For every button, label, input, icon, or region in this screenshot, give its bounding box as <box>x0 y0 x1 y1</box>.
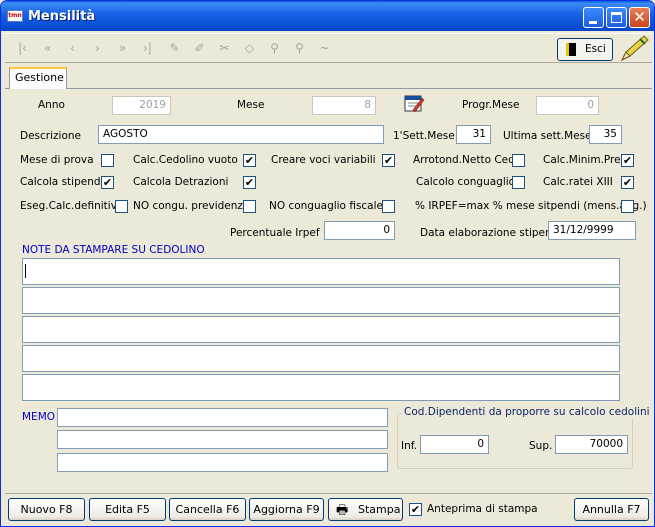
data-elaborazione-field[interactable]: 31/12/9999 <box>548 221 636 240</box>
first-record-icon[interactable]: |‹ <box>11 37 34 59</box>
next-record-icon[interactable]: › <box>86 37 109 59</box>
aggiorna-button[interactable]: Aggiorna F9 <box>249 498 324 521</box>
app-icon: tmn <box>7 10 23 22</box>
maximize-icon <box>611 12 622 23</box>
sup-label: Sup. <box>529 440 553 452</box>
maximize-button[interactable] <box>606 7 627 28</box>
irpef-max-checkbox[interactable] <box>621 200 634 213</box>
memo-line-1[interactable] <box>57 408 388 427</box>
edit-record-icon[interactable]: ✐ <box>188 37 211 59</box>
note-line-3[interactable] <box>22 316 620 343</box>
mese-label: Mese <box>237 99 265 111</box>
progr-mese-label: Progr.Mese <box>462 99 520 111</box>
anteprima-label: Anteprima di stampa <box>427 503 538 515</box>
search-icon[interactable]: ⚲ <box>263 37 286 59</box>
creare-voci-checkbox[interactable]: ✔ <box>382 154 395 167</box>
tab-gestione[interactable]: Gestione <box>9 67 67 89</box>
exit-label: Esci <box>585 43 606 55</box>
calendar-edit-icon[interactable] <box>403 92 425 114</box>
last-record-icon[interactable]: ›| <box>136 37 159 59</box>
arrotond-netto-checkbox[interactable] <box>512 154 525 167</box>
prev-page-icon[interactable]: « <box>36 37 59 59</box>
calcola-stipendio-checkbox[interactable]: ✔ <box>101 176 114 189</box>
search-person-icon[interactable]: ⚲ <box>288 37 311 59</box>
no-congu-prev-checkbox[interactable] <box>243 200 256 213</box>
eraser-icon[interactable]: ◇ <box>238 37 261 59</box>
annulla-button[interactable]: Annulla F7 <box>574 498 649 521</box>
memo-line-3[interactable] <box>57 453 388 472</box>
stampa-button[interactable]: 🖶 Stampa <box>328 498 403 521</box>
percentuale-irpef-label: Percentuale Irpef <box>230 227 320 239</box>
no-congu-prev-label: NO congu. previdenz. <box>133 200 247 212</box>
descrizione-label: Descrizione <box>20 130 81 142</box>
percentuale-irpef-field[interactable]: 0 <box>324 221 395 240</box>
prev-record-icon[interactable]: ‹ <box>61 37 84 59</box>
eseg-calc-def-checkbox[interactable] <box>115 200 128 213</box>
data-elaborazione-label: Data elaborazione stipendi <box>420 227 562 239</box>
calcola-stipendio-label: Calcola stipendio <box>20 176 110 188</box>
calc-ratei-label: Calc.ratei XIII <box>543 176 613 188</box>
edita-button[interactable]: Edita F5 <box>89 498 166 521</box>
undo-icon[interactable]: ~ <box>313 37 336 59</box>
close-icon: ✕ <box>633 8 646 26</box>
delete-record-icon[interactable]: ✂ <box>213 37 236 59</box>
note-line-1[interactable] <box>22 258 620 285</box>
window: tmn Mensilità ✕ |‹ « ‹ › » ›| ✎ ✐ ✂ ◇ ⚲ … <box>0 0 655 527</box>
calcola-detrazioni-label: Calcola Detrazioni <box>133 176 229 188</box>
primo-sett-label: 1'Sett.Mese <box>393 130 455 142</box>
calcolo-conguaglio-label: Calcolo conguaglio <box>416 176 516 188</box>
note-line-5[interactable] <box>22 374 620 401</box>
cancella-button[interactable]: Cancella F6 <box>169 498 246 521</box>
window-title: Mensilità <box>28 9 96 24</box>
note-line-2[interactable] <box>22 287 620 314</box>
calcolo-conguaglio-checkbox[interactable] <box>512 176 525 189</box>
calc-minim-prev-checkbox[interactable]: ✔ <box>621 154 634 167</box>
ultima-sett-label: Ultima sett.Mese <box>503 130 592 142</box>
memo-label: MEMO <box>22 411 56 423</box>
inf-field[interactable]: 0 <box>420 435 489 454</box>
tab-strip: Gestione <box>5 67 652 89</box>
pen-icon[interactable] <box>618 34 650 64</box>
minimize-icon <box>589 21 597 24</box>
calcola-detrazioni-checkbox[interactable]: ✔ <box>243 176 256 189</box>
toolbar: |‹ « ‹ › » ›| ✎ ✐ ✂ ◇ ⚲ ⚲ ~ Esci <box>5 33 652 63</box>
mese-field[interactable]: 8 <box>312 96 376 115</box>
creare-voci-label: Creare voci variabili <box>271 154 376 166</box>
exit-button[interactable]: Esci <box>557 38 613 61</box>
close-button[interactable]: ✕ <box>629 7 650 28</box>
eseg-calc-def-label: Eseg.Calc.definitivo <box>20 200 124 212</box>
door-icon <box>566 43 576 56</box>
note-line-4[interactable] <box>22 345 620 372</box>
add-record-icon[interactable]: ✎ <box>163 37 186 59</box>
anno-field[interactable]: 2019 <box>112 96 171 115</box>
calc-cedolino-vuoto-label: Calc.Cedolino vuoto <box>133 154 238 166</box>
minimize-button[interactable] <box>583 7 604 28</box>
no-congu-fiscale-label: NO conguaglio fiscale <box>269 200 383 212</box>
dipendenti-title: Cod.Dipendenti da proporre su calcolo ce… <box>402 406 652 418</box>
ultima-sett-field[interactable]: 35 <box>589 125 622 144</box>
stampa-label: Stampa <box>358 503 401 516</box>
text-cursor <box>25 264 26 278</box>
calc-cedolino-vuoto-checkbox[interactable]: ✔ <box>243 154 256 167</box>
next-page-icon[interactable]: » <box>111 37 134 59</box>
mese-prova-label: Mese di prova <box>20 154 94 166</box>
progr-mese-field[interactable]: 0 <box>536 96 599 115</box>
primo-sett-field[interactable]: 31 <box>456 125 491 144</box>
memo-line-2[interactable] <box>57 430 388 449</box>
descrizione-field[interactable]: AGOSTO <box>98 125 384 144</box>
inf-label: Inf. <box>401 440 418 452</box>
mese-prova-checkbox[interactable] <box>101 154 114 167</box>
anteprima-checkbox[interactable]: ✔ <box>409 503 422 516</box>
printer-icon: 🖶 <box>336 503 349 518</box>
anno-label: Anno <box>38 99 65 111</box>
calc-ratei-checkbox[interactable]: ✔ <box>621 176 634 189</box>
nuovo-button[interactable]: Nuovo F8 <box>8 498 85 521</box>
no-congu-fiscale-checkbox[interactable] <box>382 200 395 213</box>
sup-field[interactable]: 70000 <box>555 435 628 454</box>
title-bar[interactable]: tmn Mensilità ✕ <box>1 1 654 31</box>
calc-minim-prev-label: Calc.Minim.Prev. <box>543 154 630 166</box>
note-title: NOTE DA STAMPARE SU CEDOLINO <box>22 244 205 256</box>
irpef-max-label: % IRPEF=max % mese sitpendi (mens.agg.) <box>415 200 647 212</box>
arrotond-netto-label: Arrotond.Netto Ced. <box>413 154 519 166</box>
